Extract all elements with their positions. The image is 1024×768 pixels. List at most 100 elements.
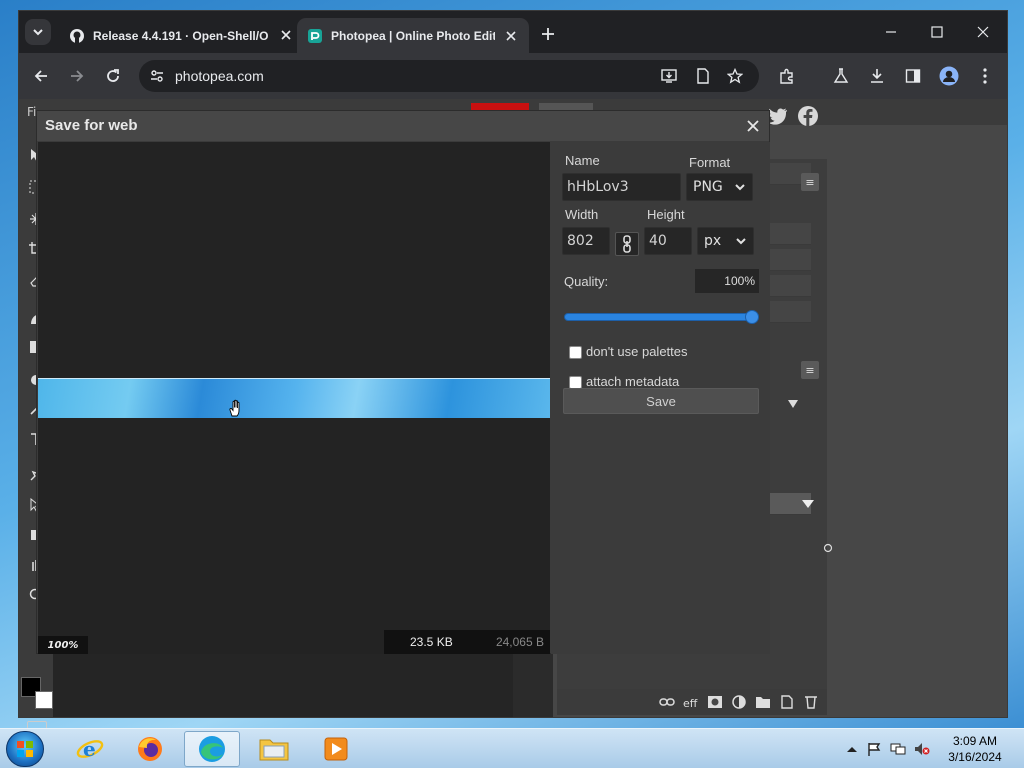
- side-panel-button[interactable]: [899, 62, 927, 90]
- svg-text:e: e: [83, 737, 96, 761]
- system-clock[interactable]: 3:09 AM 3/16/2024: [940, 733, 1010, 765]
- link-icon[interactable]: [659, 695, 675, 709]
- trash-icon[interactable]: [803, 695, 819, 709]
- new-tab-button[interactable]: [537, 23, 559, 45]
- reader-mode-icon[interactable]: [695, 68, 711, 84]
- adjustment-icon[interactable]: [731, 695, 747, 709]
- file-size-kb: 23.5 KB: [410, 635, 453, 649]
- format-select[interactable]: PNG: [686, 173, 753, 201]
- metadata-label: attach metadata: [586, 374, 680, 389]
- back-button[interactable]: [27, 62, 55, 90]
- close-tab-button[interactable]: [279, 28, 293, 42]
- maximize-button[interactable]: [917, 19, 957, 45]
- address-bar[interactable]: photopea.com: [139, 60, 759, 92]
- tab-photopea[interactable]: Photopea | Online Photo Editor: [297, 18, 529, 53]
- height-label: Height: [647, 207, 685, 222]
- tab-title: Photopea | Online Photo Editor: [331, 28, 495, 43]
- downloads-button[interactable]: [863, 62, 891, 90]
- minimize-button[interactable]: [871, 19, 911, 45]
- flask-icon: [833, 68, 849, 83]
- taskbar-internet-explorer[interactable]: e: [62, 731, 118, 767]
- facebook-icon[interactable]: [797, 105, 819, 127]
- install-app-icon[interactable]: [661, 68, 677, 84]
- zoom-level: 100%: [38, 636, 88, 654]
- mask-icon[interactable]: [707, 695, 723, 709]
- action-center-flag-icon[interactable]: [866, 742, 882, 756]
- more-vert-icon: [983, 68, 987, 84]
- tab-search-button[interactable]: [25, 19, 51, 45]
- reload-icon: [107, 69, 119, 82]
- close-window-button[interactable]: [963, 19, 1003, 45]
- tab-title: Release 4.4.191 · Open-Shell/O: [93, 28, 269, 43]
- firefox-icon: [138, 737, 162, 761]
- network-icon[interactable]: [890, 742, 906, 756]
- close-icon: [747, 120, 759, 132]
- effects-icon[interactable]: eff: [683, 695, 699, 709]
- name-label: Name: [565, 153, 600, 168]
- dialog-close-button[interactable]: [745, 118, 761, 134]
- site-settings-icon[interactable]: [149, 68, 165, 84]
- quality-slider-handle[interactable]: [745, 310, 759, 324]
- taskbar-edge[interactable]: [184, 731, 240, 767]
- height-input[interactable]: [644, 227, 692, 255]
- github-icon: [70, 28, 84, 43]
- taskbar-file-explorer[interactable]: [246, 731, 302, 767]
- media-player-icon: [324, 737, 348, 761]
- image-preview[interactable]: 100% 23.5 KB 24,065 B: [38, 142, 550, 654]
- browser-toolbar: photopea.com: [19, 53, 1007, 99]
- gear-icon[interactable]: [823, 543, 833, 553]
- arrow-left-icon: [34, 70, 47, 82]
- internet-explorer-icon: e: [76, 737, 104, 761]
- file-size-bar: 23.5 KB 24,065 B: [384, 630, 550, 654]
- close-tab-button[interactable]: [503, 28, 519, 44]
- bookmark-star-icon[interactable]: [727, 68, 743, 84]
- palettes-checkbox[interactable]: [569, 346, 582, 359]
- dialog-header[interactable]: Save for web: [37, 111, 769, 141]
- quality-slider[interactable]: [564, 313, 758, 321]
- filename-input[interactable]: [562, 173, 681, 201]
- extensions-button[interactable]: [773, 62, 801, 90]
- windows-logo-icon: [17, 741, 33, 757]
- file-menu[interactable]: Fi: [27, 105, 36, 119]
- format-label: Format: [689, 155, 731, 170]
- triangle-down-icon[interactable]: [787, 399, 799, 409]
- width-label: Width: [565, 207, 599, 222]
- labs-button[interactable]: [827, 62, 855, 90]
- volume-muted-icon[interactable]: [914, 742, 930, 756]
- reload-button[interactable]: [99, 62, 127, 90]
- taskbar-firefox[interactable]: [122, 731, 178, 767]
- constrain-proportions-button[interactable]: [615, 232, 639, 256]
- background-color-swatch[interactable]: [35, 691, 53, 709]
- panel-menu-icon[interactable]: ≡: [801, 361, 819, 379]
- side-panel-icon: [905, 69, 921, 83]
- new-layer-icon[interactable]: [779, 695, 795, 709]
- puzzle-icon: [780, 68, 793, 84]
- preview-image: [38, 378, 550, 418]
- chain-link-icon: [623, 235, 631, 253]
- palettes-label: don't use palettes: [586, 344, 688, 359]
- save-button[interactable]: Save: [563, 388, 759, 414]
- chevron-down-icon: [735, 184, 745, 191]
- browser-menu-button[interactable]: [971, 62, 999, 90]
- quality-value[interactable]: 100%: [695, 269, 759, 293]
- profile-button[interactable]: [935, 62, 963, 90]
- folder-icon[interactable]: [755, 695, 771, 709]
- file-size-bytes: 24,065 B: [495, 635, 544, 649]
- start-button[interactable]: [6, 731, 44, 767]
- tab-github-release[interactable]: Release 4.4.191 · Open-Shell/O: [59, 18, 291, 53]
- taskbar-media-player[interactable]: [308, 731, 364, 767]
- windows-taskbar: e 3:09 AM 3/16/2024: [0, 728, 1024, 768]
- twitter-icon[interactable]: [767, 105, 789, 127]
- panel-menu-icon[interactable]: ≡: [801, 173, 819, 191]
- file-explorer-icon: [259, 739, 289, 761]
- show-hidden-icons-icon[interactable]: [844, 742, 860, 756]
- dropdown-arrow-icon[interactable]: [801, 499, 815, 509]
- url-text: photopea.com: [175, 68, 264, 84]
- width-input[interactable]: [562, 227, 610, 255]
- download-icon: [871, 69, 883, 83]
- clock-date: 3/16/2024: [948, 750, 1002, 764]
- plus-icon: [542, 28, 554, 40]
- forward-button[interactable]: [63, 62, 91, 90]
- close-icon: [281, 30, 291, 40]
- unit-select[interactable]: px: [697, 227, 754, 255]
